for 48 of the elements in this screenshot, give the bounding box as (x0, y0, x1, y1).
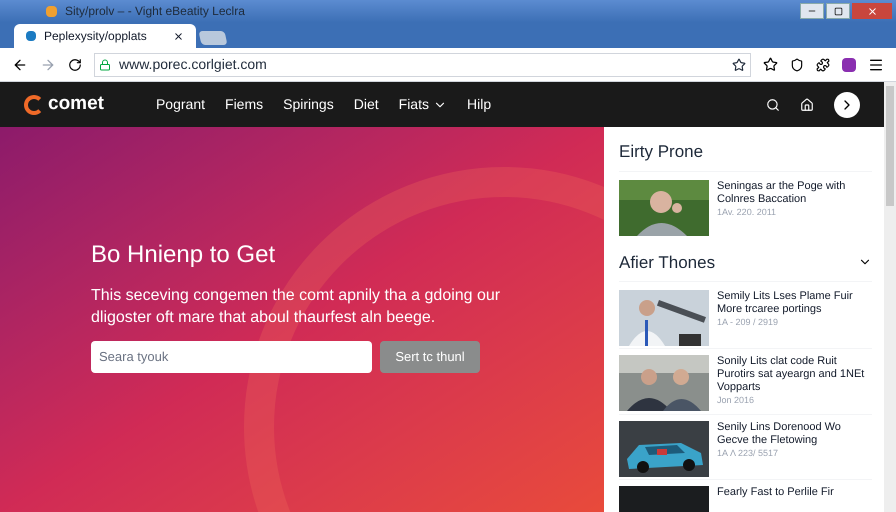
section-heading: Eirty Prone (619, 141, 704, 163)
article-date: 1Av. 220. 2011 (717, 206, 778, 218)
article-title[interactable]: Fearly Fast to Perlile Fir (717, 486, 834, 498)
shield-icon[interactable] (790, 58, 804, 72)
section-header[interactable]: Afier Thones (619, 250, 872, 282)
forward-icon[interactable] (40, 56, 56, 72)
nav-link[interactable]: Pogrant (156, 94, 206, 115)
hero-heading: Bo Hnienp to Get (91, 240, 276, 270)
lock-icon (99, 58, 111, 70)
nav-link[interactable]: Diet (354, 94, 379, 115)
window-title: Sity/prolv – - Vight eBeatity Leclra (65, 3, 245, 20)
extension-icon[interactable] (816, 58, 830, 72)
search-icon[interactable] (766, 98, 780, 112)
extension-icon[interactable] (842, 58, 856, 72)
nav-link[interactable]: Fiems (225, 94, 264, 115)
article-date: Jon 2016 (717, 394, 756, 407)
next-button[interactable] (834, 92, 860, 118)
address-bar[interactable]: www.porec.corlgiet.com (94, 52, 751, 76)
maximize-icon (834, 6, 842, 16)
hero-text: This seceving congemen the comt apnily tha a gdoing our dligoster oft mare that aboul thaurfest aln beege. (91, 286, 502, 328)
app-icon (46, 6, 57, 16)
scrollbar[interactable] (884, 82, 896, 512)
browser-tab[interactable]: Peplexysity/opplats (14, 24, 196, 48)
article-title[interactable]: Senily Lins Dorenood Wo Gecve the Fletowing (717, 420, 872, 446)
new-tab-button[interactable] (198, 31, 228, 45)
article-title[interactable]: Semily Lits Lses Plame Fuir More trcaree portings (717, 290, 872, 316)
search-field[interactable]: Seara tyouk (91, 340, 372, 372)
site-logo[interactable]: comet (48, 90, 104, 119)
star-icon[interactable] (763, 57, 778, 72)
nav-link[interactable]: Fiats (398, 94, 447, 115)
nav-link[interactable]: Spirings (283, 94, 334, 115)
close-icon (866, 6, 878, 16)
site-icon (26, 31, 36, 41)
section-heading: Afier Thones (619, 252, 716, 274)
bookmark-star-icon[interactable] (732, 58, 746, 72)
close-tab-icon[interactable] (173, 30, 184, 42)
url-text: www.porec.corlgiet.com (119, 55, 267, 74)
close-button[interactable] (852, 3, 892, 19)
menu-icon[interactable] (868, 56, 884, 72)
nav-link[interactable]: Hilp (466, 94, 492, 115)
home-icon[interactable] (800, 98, 814, 112)
article-title[interactable]: Seningas ar the Poge with Colnres Baccation (717, 180, 872, 206)
back-icon[interactable] (12, 56, 28, 72)
article-date: 1A - 209 / 2919 (717, 316, 780, 329)
article-title[interactable]: Sonily Lits clat code Ruit Purotirs sat ayeargn and 1NEt Vopparts (717, 355, 872, 394)
article-date: 1A Λ 223/ 5517 (717, 446, 780, 460)
reload-icon[interactable] (68, 58, 82, 72)
maximize-button[interactable] (826, 3, 850, 19)
